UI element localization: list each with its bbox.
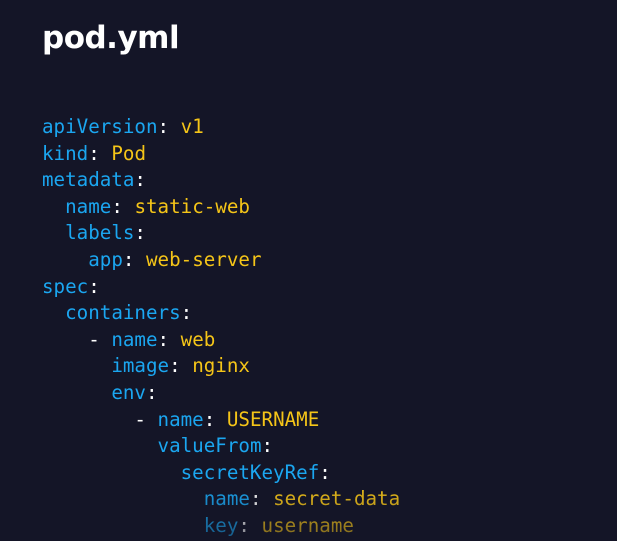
yaml-value: username (261, 513, 354, 537)
yaml-colon: : (203, 407, 216, 431)
code-line: app: web-server (42, 247, 612, 274)
yaml-colon: : (169, 354, 181, 378)
yaml-key: name (157, 407, 204, 431)
yaml-key: metadata (42, 168, 135, 192)
yaml-value: web (180, 327, 216, 351)
yaml-value: web-server (146, 247, 262, 271)
yaml-colon: : (157, 115, 170, 138)
yaml-key: kind (42, 141, 89, 165)
yaml-key: key (203, 513, 239, 537)
yaml-key: env (111, 380, 146, 404)
yaml-colon: : (180, 301, 193, 325)
code-line: labels: (42, 220, 612, 247)
yaml-value: nginx (192, 354, 250, 378)
page-title: pod.yml (42, 20, 180, 56)
yaml-key: app (88, 247, 123, 271)
yaml-value: v1 (180, 115, 204, 138)
code-line: apiVersion: v1 (42, 114, 612, 141)
code-line: secretKeyRef: (42, 460, 612, 487)
code-line: kind: Pod (42, 141, 612, 168)
yaml-colon: : (111, 194, 123, 218)
yaml-key: name (203, 487, 250, 511)
code-line: metadata: (42, 167, 612, 194)
yaml-value: static-web (134, 194, 250, 218)
yaml-key: image (111, 354, 170, 378)
code-line: valueFrom: (42, 433, 612, 460)
yaml-colon: : (145, 380, 158, 404)
yaml-colon: : (134, 221, 146, 245)
yaml-colon: : (249, 487, 262, 511)
code-line: key: username (42, 513, 612, 540)
yaml-code-block: apiVersion: v1 kind: Pod metadata: name: s… (42, 114, 612, 540)
yaml-colon: : (88, 274, 100, 298)
yaml-key: valueFrom (157, 434, 262, 458)
list-dash: - (88, 327, 112, 351)
code-line: - name: USERNAME (42, 407, 612, 434)
yaml-key: name (65, 194, 112, 218)
yaml-colon: : (238, 513, 250, 537)
code-line: spec: (42, 274, 612, 301)
yaml-value: secret-data (273, 487, 401, 511)
code-line: - name: web (42, 327, 612, 354)
yaml-key: spec (42, 274, 89, 298)
yaml-colon: : (134, 168, 146, 192)
yaml-colon: : (319, 460, 331, 484)
code-line: name: static-web (42, 194, 612, 221)
yaml-colon: : (261, 434, 274, 458)
yaml-colon: : (157, 327, 170, 351)
yaml-key: containers (65, 301, 181, 325)
yaml-key: labels (65, 221, 135, 245)
code-line: image: nginx (42, 353, 612, 380)
yaml-value: USERNAME (226, 407, 320, 431)
code-line: name: secret-data (42, 486, 612, 513)
yaml-key: apiVersion (42, 115, 158, 138)
code-line: containers: (42, 300, 612, 327)
yaml-key: secretKeyRef (180, 460, 320, 484)
yaml-colon: : (122, 247, 135, 271)
yaml-colon: : (88, 141, 100, 165)
code-line: env: (42, 380, 612, 407)
yaml-key: name (111, 327, 158, 351)
yaml-value: Pod (111, 141, 146, 165)
list-dash: - (134, 407, 158, 431)
